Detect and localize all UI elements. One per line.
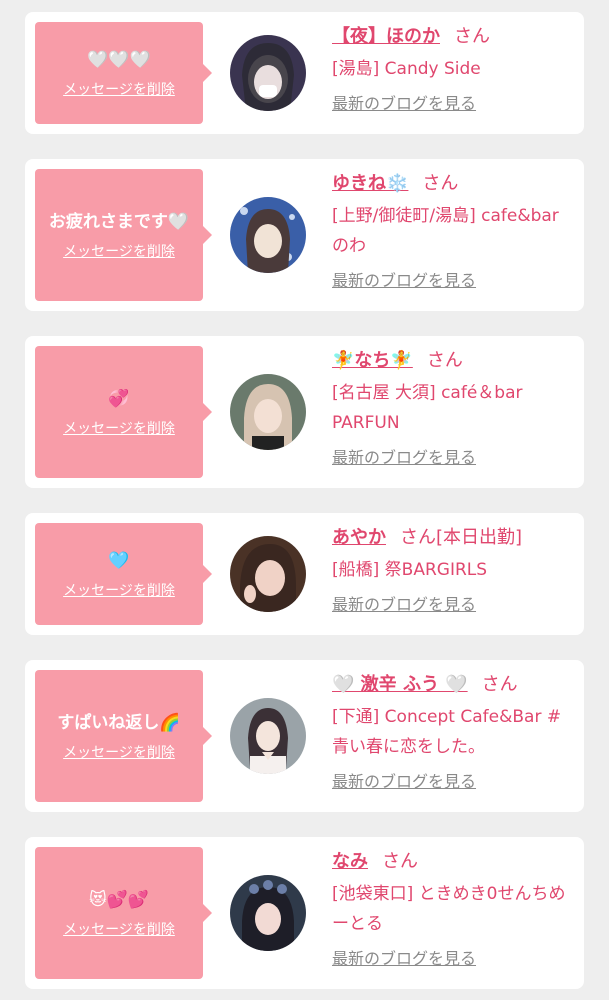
latest-blog-link[interactable]: 最新のブログを見る: [332, 90, 476, 114]
avatar[interactable]: [230, 875, 306, 951]
user-name-link[interactable]: あやか: [332, 527, 386, 548]
san-label: さん: [422, 173, 459, 194]
message-bubble: すぱいね返し🌈 メッセージを削除: [35, 670, 212, 802]
message-text: すぱいね返し🌈: [57, 713, 181, 733]
delete-message-link[interactable]: メッセージを削除: [63, 79, 175, 99]
latest-blog-link[interactable]: 最新のブログを見る: [332, 591, 476, 615]
list-item: 💞 メッセージを削除 🧚なち🧚 さん [名古屋 大須] café＆bar PARF…: [25, 336, 584, 488]
latest-blog-link[interactable]: 最新のブログを見る: [332, 768, 476, 792]
latest-blog-link[interactable]: 最新のブログを見る: [332, 267, 476, 291]
user-name-link[interactable]: 【夜】ほのか: [332, 26, 440, 47]
message-text: 🩵: [108, 551, 130, 571]
shop-name: [上野/御徒町/湯島] cafe&bar のわ: [332, 206, 559, 256]
avatar-image: [230, 875, 306, 951]
item-info: 🧚なち🧚 さん [名古屋 大須] café＆bar PARFUN 最新のブログを見…: [332, 348, 572, 468]
avatar-image: [230, 197, 306, 273]
user-name-link[interactable]: ゆきね❄️: [332, 173, 408, 194]
shop-name: [船橋] 祭BARGIRLS: [332, 560, 488, 580]
item-info: 🤍 激辛 ふう 🤍 さん [下通] Concept Cafe&Bar #青い春に恋…: [332, 672, 572, 792]
message-text: 💞: [108, 389, 130, 409]
san-label: さん: [481, 674, 518, 695]
delete-message-link[interactable]: メッセージを削除: [63, 919, 175, 939]
list-item: 🤍🤍🤍 メッセージを削除 【夜】ほのか さん [湯島] Candy Side 最新…: [25, 12, 584, 134]
message-bubble: 🤍🤍🤍 メッセージを削除: [35, 22, 212, 124]
san-label: さん: [382, 851, 418, 872]
avatar-image: [230, 698, 306, 774]
san-label: さん: [454, 26, 490, 47]
shop-name: [名古屋 大須] café＆bar PARFUN: [332, 383, 523, 433]
san-label: さん: [426, 350, 463, 371]
latest-blog-link[interactable]: 最新のブログを見る: [332, 945, 476, 969]
list-item: 😻💕💕 メッセージを削除 なみ さん [池袋東口] ときめき0せんちめーとる 最新…: [25, 837, 584, 989]
item-info: ゆきね❄️ さん [上野/御徒町/湯島] cafe&bar のわ 最新のブログを見…: [332, 171, 572, 291]
list-item: すぱいね返し🌈 メッセージを削除 🤍 激辛 ふう 🤍 さん [下通] Concep…: [25, 660, 584, 812]
san-label: さん: [400, 527, 436, 548]
delete-message-link[interactable]: メッセージを削除: [63, 241, 175, 261]
user-name-link[interactable]: 🧚なち🧚: [332, 350, 413, 371]
shop-name: [池袋東口] ときめき0せんちめーとる: [332, 884, 566, 934]
item-info: なみ さん [池袋東口] ときめき0せんちめーとる 最新のブログを見る: [332, 849, 572, 969]
message-text: お疲れさまです🤍: [48, 212, 190, 232]
message-bubble: お疲れさまです🤍 メッセージを削除: [35, 169, 212, 301]
shop-name: [下通] Concept Cafe&Bar #青い春に恋をした。: [332, 707, 562, 757]
avatar[interactable]: [230, 197, 306, 273]
avatar[interactable]: [230, 536, 306, 612]
message-list: 🤍🤍🤍 メッセージを削除 【夜】ほのか さん [湯島] Candy Side 最新…: [0, 0, 609, 1000]
message-bubble: 💞 メッセージを削除: [35, 346, 212, 478]
shop-name: [湯島] Candy Side: [332, 59, 481, 79]
message-bubble: 😻💕💕 メッセージを削除: [35, 847, 212, 979]
avatar-image: [230, 35, 306, 111]
user-name-link[interactable]: なみ: [332, 851, 368, 872]
avatar[interactable]: [230, 698, 306, 774]
user-name-link[interactable]: 🤍 激辛 ふう 🤍: [332, 674, 468, 695]
delete-message-link[interactable]: メッセージを削除: [63, 418, 175, 438]
item-info: 【夜】ほのか さん [湯島] Candy Side 最新のブログを見る: [332, 24, 572, 114]
avatar-image: [230, 536, 306, 612]
latest-blog-link[interactable]: 最新のブログを見る: [332, 444, 476, 468]
delete-message-link[interactable]: メッセージを削除: [63, 742, 175, 762]
delete-message-link[interactable]: メッセージを削除: [63, 580, 175, 600]
message-text: 😻💕💕: [88, 890, 150, 910]
message-bubble: 🩵 メッセージを削除: [35, 523, 212, 625]
avatar[interactable]: [230, 35, 306, 111]
list-item: 🩵 メッセージを削除 あやか さん[本日出勤] [船橋] 祭BARGIRLS 最新…: [25, 513, 584, 635]
avatar-image: [230, 374, 306, 450]
status-suffix: [本日出勤]: [436, 527, 523, 548]
list-item: お疲れさまです🤍 メッセージを削除 ゆきね❄️ さん [上野/御徒町/湯島] ca…: [25, 159, 584, 311]
message-text: 🤍🤍🤍: [87, 50, 151, 70]
item-info: あやか さん[本日出勤] [船橋] 祭BARGIRLS 最新のブログを見る: [332, 525, 572, 615]
avatar[interactable]: [230, 374, 306, 450]
